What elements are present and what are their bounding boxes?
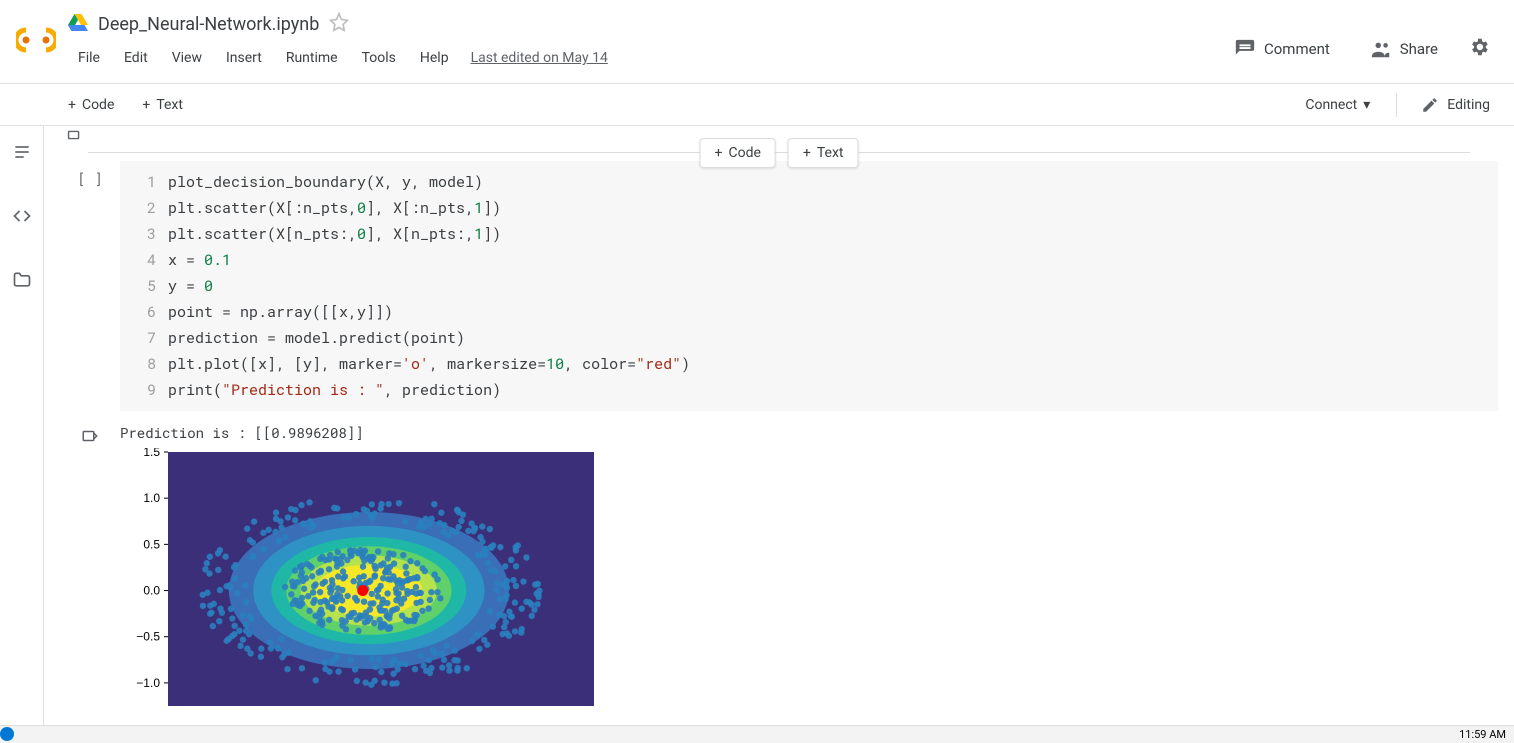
toc-icon[interactable] bbox=[4, 134, 40, 174]
plus-icon: + bbox=[142, 97, 150, 113]
output-text: Prediction is : [[0.9896208]] bbox=[120, 423, 1498, 442]
editing-label: Editing bbox=[1447, 97, 1490, 113]
code-line[interactable]: 3 plt.scatter(X[n_pts:,0], X[n_pts:,1]) bbox=[132, 221, 1486, 247]
menu-edit[interactable]: Edit bbox=[114, 46, 158, 70]
svg-text:1.0: 1.0 bbox=[143, 491, 160, 505]
star-icon[interactable] bbox=[329, 12, 349, 36]
main: + Code + Text [ ] 1 plot_decision_boundar… bbox=[0, 126, 1514, 743]
plot-output: 1.5 1.0 0.5 0.0 −0.5 −1.0 bbox=[120, 448, 600, 712]
line-number: 1 bbox=[132, 169, 156, 195]
code-snippets-icon[interactable] bbox=[4, 198, 40, 238]
code-line[interactable]: 4 x = 0.1 bbox=[132, 247, 1486, 273]
share-icon bbox=[1370, 38, 1392, 60]
code-text[interactable]: plt.scatter(X[n_pts:,0], X[n_pts:,1]) bbox=[168, 221, 501, 247]
line-number: 3 bbox=[132, 221, 156, 247]
text-label: Text bbox=[156, 97, 183, 113]
pencil-icon bbox=[1421, 96, 1439, 114]
output-icon[interactable] bbox=[81, 427, 99, 712]
code-text[interactable]: x = 0.1 bbox=[168, 247, 231, 273]
code-cell[interactable]: [ ] 1 plot_decision_boundary(X, y, model)… bbox=[60, 161, 1498, 411]
line-number: 5 bbox=[132, 273, 156, 299]
menu-tools[interactable]: Tools bbox=[352, 46, 406, 70]
taskbar-app-icon[interactable] bbox=[0, 727, 14, 741]
svg-text:−0.5: −0.5 bbox=[136, 630, 160, 644]
plot-svg: 1.5 1.0 0.5 0.0 −0.5 −1.0 bbox=[120, 448, 600, 712]
title-area: Deep_Neural-Network.ipynb File Edit View… bbox=[68, 8, 1224, 70]
line-number: 9 bbox=[132, 377, 156, 403]
colab-logo bbox=[16, 20, 56, 60]
code-text[interactable]: plt.plot([x], [y], marker='o', markersiz… bbox=[168, 351, 690, 377]
code-line[interactable]: 5 y = 0 bbox=[132, 273, 1486, 299]
menu-insert[interactable]: Insert bbox=[216, 46, 272, 70]
document-title[interactable]: Deep_Neural-Network.ipynb bbox=[98, 14, 319, 35]
code-text[interactable]: plt.scatter(X[:n_pts,0], X[:n_pts,1]) bbox=[168, 195, 501, 221]
text-label: Text bbox=[817, 145, 844, 161]
chevron-down-icon: ▾ bbox=[1363, 97, 1370, 113]
floating-insert-buttons: + Code + Text bbox=[700, 138, 859, 168]
floating-add-code-button[interactable]: + Code bbox=[700, 138, 776, 168]
menu-help[interactable]: Help bbox=[410, 46, 459, 70]
menu-bar: File Edit View Insert Runtime Tools Help… bbox=[68, 46, 1224, 70]
line-number: 8 bbox=[132, 351, 156, 377]
code-editor[interactable]: 1 plot_decision_boundary(X, y, model) 2 plt… bbox=[120, 161, 1498, 411]
svg-text:1.5: 1.5 bbox=[143, 448, 160, 459]
taskbar: 11:59 AM bbox=[0, 725, 1514, 743]
line-number: 6 bbox=[132, 299, 156, 325]
code-line[interactable]: 1 plot_decision_boundary(X, y, model) bbox=[132, 169, 1486, 195]
code-line[interactable]: 9 print("Prediction is : ", prediction) bbox=[132, 377, 1486, 403]
divider bbox=[1396, 93, 1397, 117]
cell-gutter[interactable]: [ ] bbox=[60, 161, 120, 411]
line-number: 4 bbox=[132, 247, 156, 273]
code-text[interactable]: y = 0 bbox=[168, 273, 213, 299]
code-line[interactable]: 8 plt.plot([x], [y], marker='o', markersi… bbox=[132, 351, 1486, 377]
code-line[interactable]: 7 prediction = model.predict(point) bbox=[132, 325, 1486, 351]
notebook-content[interactable]: + Code + Text [ ] 1 plot_decision_boundar… bbox=[44, 126, 1514, 743]
header-actions: Comment Share bbox=[1224, 32, 1490, 66]
share-button[interactable]: Share bbox=[1360, 32, 1448, 66]
menu-view[interactable]: View bbox=[162, 46, 212, 70]
last-edited-link[interactable]: Last edited on May 14 bbox=[471, 50, 608, 66]
toolbar: + Code + Text Connect ▾ Editing bbox=[0, 84, 1514, 126]
code-text[interactable]: plot_decision_boundary(X, y, model) bbox=[168, 169, 483, 195]
plus-icon: + bbox=[68, 97, 76, 113]
add-text-button[interactable]: + Text bbox=[134, 93, 191, 117]
comment-button[interactable]: Comment bbox=[1224, 32, 1340, 66]
line-number: 2 bbox=[132, 195, 156, 221]
plus-icon: + bbox=[715, 145, 723, 161]
menu-file[interactable]: File bbox=[68, 46, 110, 70]
comment-label: Comment bbox=[1264, 40, 1330, 58]
cell-output-icon-cutoff bbox=[66, 128, 84, 144]
svg-text:0.0: 0.0 bbox=[143, 584, 160, 598]
add-code-button[interactable]: + Code bbox=[60, 93, 122, 117]
line-number: 7 bbox=[132, 325, 156, 351]
code-label: Code bbox=[728, 145, 760, 161]
menu-runtime[interactable]: Runtime bbox=[276, 46, 348, 70]
drive-icon bbox=[68, 14, 88, 34]
code-line[interactable]: 2 plt.scatter(X[:n_pts,0], X[:n_pts,1]) bbox=[132, 195, 1486, 221]
header: Deep_Neural-Network.ipynb File Edit View… bbox=[0, 0, 1514, 84]
files-icon[interactable] bbox=[4, 262, 40, 302]
code-label: Code bbox=[82, 97, 114, 113]
taskbar-icons bbox=[0, 725, 14, 743]
code-line[interactable]: 6 point = np.array([[x,y]]) bbox=[132, 299, 1486, 325]
connect-button[interactable]: Connect ▾ bbox=[1295, 93, 1380, 117]
cell-body: 1 plot_decision_boundary(X, y, model) 2 plt… bbox=[120, 161, 1498, 411]
comment-icon bbox=[1234, 38, 1256, 60]
taskbar-time: 11:59 AM bbox=[1459, 728, 1506, 741]
gear-icon[interactable] bbox=[1468, 36, 1490, 62]
floating-add-text-button[interactable]: + Text bbox=[788, 138, 859, 168]
share-label: Share bbox=[1400, 40, 1438, 58]
plus-icon: + bbox=[803, 145, 811, 161]
code-text[interactable]: point = np.array([[x,y]]) bbox=[168, 299, 393, 325]
connect-label: Connect bbox=[1305, 97, 1357, 113]
code-text[interactable]: prediction = model.predict(point) bbox=[168, 325, 465, 351]
execution-indicator[interactable]: [ ] bbox=[77, 169, 102, 411]
sidebar bbox=[0, 126, 44, 743]
editing-button[interactable]: Editing bbox=[1413, 92, 1498, 118]
svg-text:−1.0: −1.0 bbox=[136, 676, 160, 690]
code-text[interactable]: print("Prediction is : ", prediction) bbox=[168, 377, 501, 403]
output-area: Prediction is : [[0.9896208]] 1.5 1.0 0.5 0… bbox=[60, 423, 1498, 712]
svg-text:0.5: 0.5 bbox=[143, 537, 160, 551]
